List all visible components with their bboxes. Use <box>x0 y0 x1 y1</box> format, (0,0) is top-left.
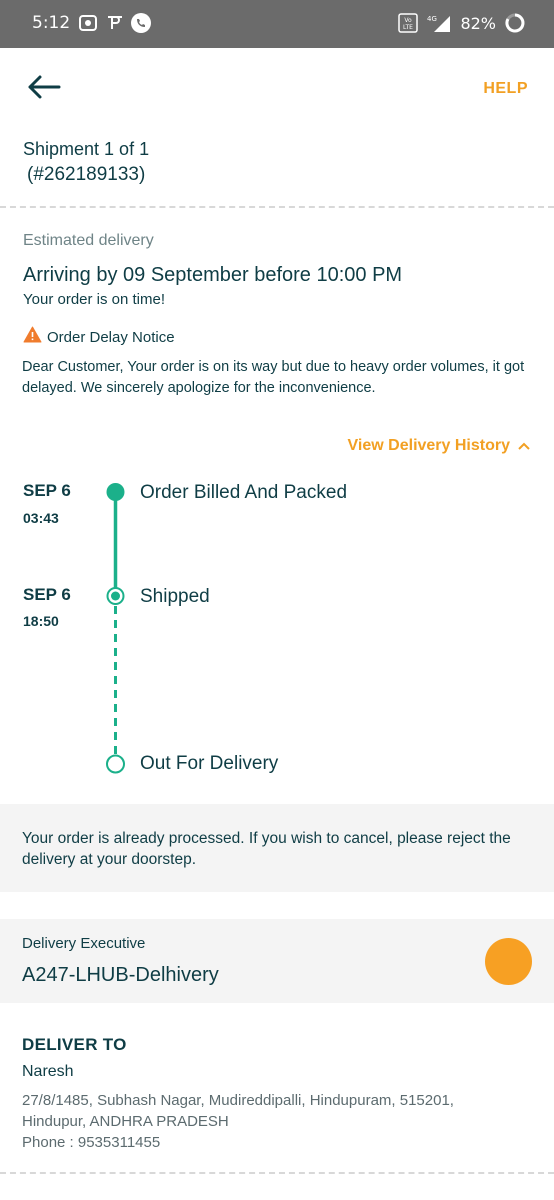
arriving-date: Arriving by 09 September before 10:00 PM <box>23 264 403 286</box>
address-text: 27/8/1485, Subhash Nagar, Mudireddipalli… <box>22 1092 454 1130</box>
shipment-count: Shipment 1 of 1 <box>23 139 150 159</box>
phone-text: Phone : 9535311455 <box>22 1134 161 1151</box>
step-1-time: 03:43 <box>23 510 59 526</box>
volte-icon: Vo LTE <box>398 13 419 33</box>
status-right: Vo LTE 4G 82% <box>398 12 526 34</box>
shipment-id: (#262189133) <box>27 164 146 185</box>
divider-bottom <box>0 1172 554 1174</box>
timeline-dot-done <box>106 483 125 501</box>
recipient-name: Naresh <box>22 1063 74 1080</box>
chevron-up-icon <box>518 442 530 450</box>
step-2-label: Shipped <box>140 586 210 607</box>
estimated-delivery-label: Estimated delivery <box>23 232 154 249</box>
signal-icon: 4G <box>427 15 451 32</box>
svg-text:LTE: LTE <box>403 24 413 31</box>
help-button[interactable]: HELP <box>483 80 528 98</box>
svg-text:Vo: Vo <box>405 17 413 24</box>
network-type: 4G <box>427 15 437 23</box>
warning-icon <box>23 326 42 343</box>
cancel-info-text: Your order is already processed. If you … <box>22 830 511 868</box>
divider <box>0 206 554 208</box>
view-delivery-history-button[interactable]: View Delivery History <box>348 437 530 455</box>
step-2-date: SEP 6 <box>23 585 71 604</box>
gallery-notification-icon <box>79 15 97 31</box>
back-arrow-icon[interactable] <box>26 74 62 100</box>
status-time: 5:12 <box>32 13 71 33</box>
phonepe-notification-icon <box>108 16 122 29</box>
step-1-date: SEP 6 <box>23 481 71 500</box>
deliver-to-heading: DELIVER TO <box>22 1035 127 1054</box>
timeline-dot-pending <box>106 754 125 774</box>
whatsapp-notification-icon <box>131 13 151 33</box>
battery-icon <box>505 13 525 33</box>
delivery-executive-name: A247-LHUB-Delhivery <box>22 964 219 986</box>
delay-notice-body: Dear Customer, Your order is on its way … <box>22 359 525 396</box>
step-2-time: 18:50 <box>23 613 59 629</box>
recipient-address: 27/8/1485, Subhash Nagar, Mudireddipalli… <box>22 1090 462 1153</box>
delivery-status: Your order is on time! <box>23 291 166 308</box>
delivery-executive-avatar[interactable] <box>485 938 532 985</box>
delivery-timeline <box>106 483 125 774</box>
status-bar: 5:12 Vo LTE 4G 82% <box>0 0 554 48</box>
battery-percent: 82% <box>460 13 496 33</box>
step-1-label: Order Billed And Packed <box>140 482 348 503</box>
delay-notice-title: Order Delay Notice <box>47 329 175 346</box>
delivery-executive-label: Delivery Executive <box>22 935 146 952</box>
step-3-label: Out For Delivery <box>140 753 279 774</box>
delivery-executive-card <box>0 919 554 1003</box>
view-delivery-history-label: View Delivery History <box>347 437 510 454</box>
